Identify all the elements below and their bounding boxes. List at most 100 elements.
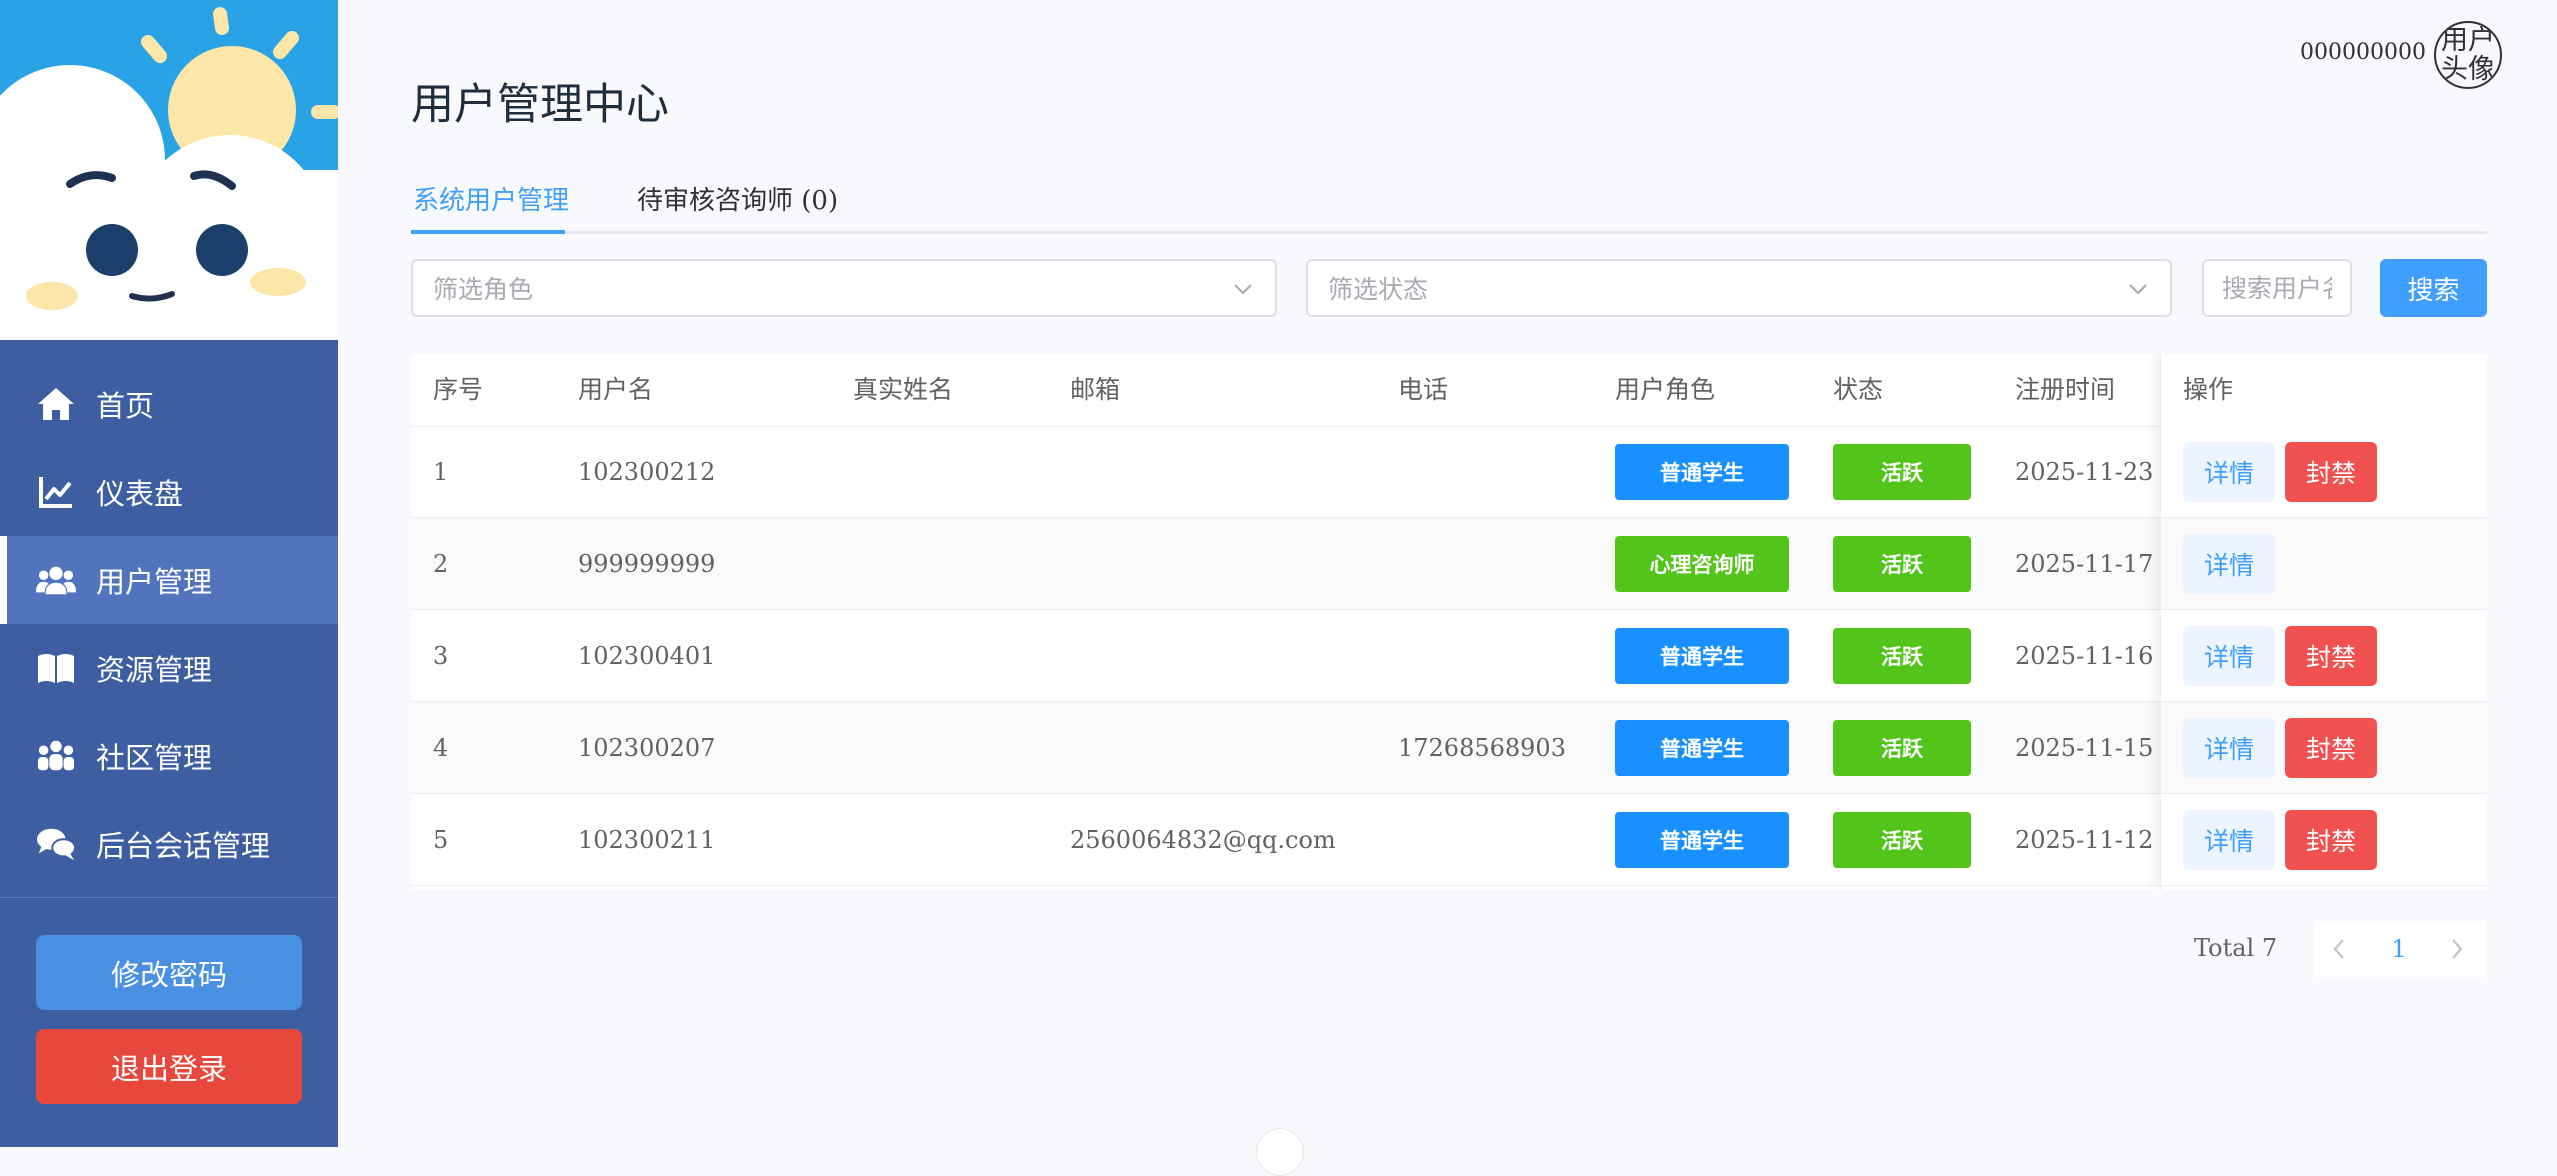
sidebar: 首页 仪表盘 用户管理 资源管理 社区管理 后台会话管理 修改密码 退出登录 bbox=[0, 0, 338, 1147]
cell-index: 4 bbox=[433, 734, 449, 762]
detail-button[interactable]: 详情 bbox=[2183, 534, 2275, 594]
sidebar-item-label: 社区管理 bbox=[96, 741, 213, 775]
sidebar-item-users[interactable]: 用户管理 bbox=[0, 536, 338, 624]
column-header-real-name: 真实姓名 bbox=[853, 375, 954, 404]
cell-username: 102300207 bbox=[578, 734, 716, 762]
active-tab-indicator bbox=[411, 230, 565, 234]
sidebar-item-chat-sessions[interactable]: 后台会话管理 bbox=[0, 800, 338, 888]
chart-line-icon bbox=[36, 472, 76, 512]
actions-cell: 详情 封禁 bbox=[2161, 610, 2487, 702]
status-tag: 活跃 bbox=[1833, 444, 1971, 500]
cell-index: 5 bbox=[433, 826, 449, 854]
role-filter-select[interactable]: 筛选角色 bbox=[411, 259, 1277, 317]
actions-cell: 详情 封禁 bbox=[2161, 702, 2487, 794]
column-header-index: 序号 bbox=[433, 375, 484, 404]
users-icon bbox=[36, 560, 76, 600]
column-header-status: 状态 bbox=[1833, 375, 1884, 404]
status-tag: 活跃 bbox=[1833, 812, 1971, 868]
status-filter-placeholder: 筛选状态 bbox=[1328, 275, 1429, 304]
scroll-handle[interactable] bbox=[1256, 1128, 1304, 1176]
book-icon bbox=[36, 648, 76, 688]
role-tag: 普通学生 bbox=[1615, 720, 1789, 776]
sidebar-item-home[interactable]: 首页 bbox=[0, 360, 338, 448]
cell-index: 1 bbox=[433, 458, 449, 486]
tabs-divider bbox=[411, 231, 2487, 234]
sidebar-item-label: 仪表盘 bbox=[96, 477, 184, 511]
avatar[interactable]: 用户头像 bbox=[2434, 21, 2502, 89]
cell-username: 102300401 bbox=[578, 642, 716, 670]
chevron-left-icon bbox=[2333, 939, 2344, 959]
pagination-total: Total 7 bbox=[2194, 934, 2278, 962]
role-tag: 普通学生 bbox=[1615, 812, 1789, 868]
sidebar-item-dashboard[interactable]: 仪表盘 bbox=[0, 448, 338, 536]
chevron-down-icon bbox=[1234, 284, 1252, 295]
tab-pending-counselors[interactable]: 待审核咨询师 (0) bbox=[637, 180, 838, 217]
status-tag: 活跃 bbox=[1833, 536, 1971, 592]
cell-registered: 2025-11-17 2 bbox=[2015, 550, 2177, 578]
cell-email: 2560064832@qq.com bbox=[1070, 826, 1336, 854]
actions-cell: 详情 封禁 bbox=[2161, 426, 2487, 518]
sidebar-divider bbox=[0, 897, 338, 898]
actions-cell: 详情 封禁 bbox=[2161, 794, 2487, 886]
cell-registered: 2025-11-23 1 bbox=[2015, 458, 2177, 486]
page-title: 用户管理中心 bbox=[411, 80, 669, 130]
cell-registered: 2025-11-16 2 bbox=[2015, 642, 2177, 670]
sidebar-nav: 首页 仪表盘 用户管理 资源管理 社区管理 后台会话管理 bbox=[0, 360, 338, 888]
actions-column: 操作 详情 封禁 详情 详情 封禁 详情 封禁 详情 封禁 bbox=[2160, 354, 2487, 890]
detail-button[interactable]: 详情 bbox=[2183, 442, 2275, 502]
change-password-button[interactable]: 修改密码 bbox=[36, 935, 302, 1010]
column-header-phone: 电话 bbox=[1398, 375, 1449, 404]
prev-page-button[interactable] bbox=[2314, 921, 2364, 977]
community-icon bbox=[36, 736, 76, 776]
detail-button[interactable]: 详情 bbox=[2183, 810, 2275, 870]
sidebar-item-label: 后台会话管理 bbox=[96, 829, 271, 863]
role-filter-placeholder: 筛选角色 bbox=[433, 275, 534, 304]
search-button[interactable]: 搜索 bbox=[2380, 259, 2487, 317]
tab-system-users[interactable]: 系统用户管理 bbox=[413, 180, 569, 217]
app-logo bbox=[0, 0, 338, 340]
column-header-actions: 操作 bbox=[2183, 375, 2234, 404]
role-tag: 普通学生 bbox=[1615, 628, 1789, 684]
sidebar-item-label: 用户管理 bbox=[96, 565, 213, 599]
column-header-registered: 注册时间 bbox=[2015, 375, 2116, 404]
sidebar-item-label: 首页 bbox=[96, 389, 155, 423]
chevron-right-icon bbox=[2452, 939, 2463, 959]
ban-button[interactable]: 封禁 bbox=[2285, 442, 2377, 502]
avatar-text: 用户头像 bbox=[2441, 25, 2495, 85]
cell-registered: 2025-11-12 1 bbox=[2015, 826, 2177, 854]
cell-registered: 2025-11-15 1 bbox=[2015, 734, 2177, 762]
sidebar-item-community[interactable]: 社区管理 bbox=[0, 712, 338, 800]
cell-phone: 17268568903 bbox=[1398, 734, 1566, 762]
logout-button[interactable]: 退出登录 bbox=[36, 1029, 302, 1104]
cloud-mascot-icon bbox=[0, 0, 338, 340]
pagination: 1 bbox=[2314, 921, 2487, 977]
cell-index: 3 bbox=[433, 642, 449, 670]
column-header-username: 用户名 bbox=[578, 375, 654, 404]
detail-button[interactable]: 详情 bbox=[2183, 718, 2275, 778]
cell-username: 999999999 bbox=[578, 550, 716, 578]
ban-button[interactable]: 封禁 bbox=[2285, 810, 2377, 870]
column-header-email: 邮箱 bbox=[1070, 375, 1121, 404]
cell-index: 2 bbox=[433, 550, 449, 578]
status-tag: 活跃 bbox=[1833, 720, 1971, 776]
sidebar-item-label: 资源管理 bbox=[96, 653, 213, 687]
actions-cell: 详情 bbox=[2161, 518, 2487, 610]
status-filter-select[interactable]: 筛选状态 bbox=[1306, 259, 2172, 317]
chat-icon bbox=[36, 824, 76, 864]
sidebar-item-resources[interactable]: 资源管理 bbox=[0, 624, 338, 712]
users-table: 序号 用户名 真实姓名 邮箱 电话 用户角色 状态 注册时间 1 1023002… bbox=[411, 354, 2487, 890]
role-tag: 普通学生 bbox=[1615, 444, 1789, 500]
search-input[interactable] bbox=[2202, 259, 2352, 317]
home-icon bbox=[36, 384, 76, 424]
page-number[interactable]: 1 bbox=[2374, 921, 2424, 977]
ban-button[interactable]: 封禁 bbox=[2285, 718, 2377, 778]
role-tag: 心理咨询师 bbox=[1615, 536, 1789, 592]
ban-button[interactable]: 封禁 bbox=[2285, 626, 2377, 686]
cell-username: 102300212 bbox=[578, 458, 716, 486]
chevron-down-icon bbox=[2129, 284, 2147, 295]
detail-button[interactable]: 详情 bbox=[2183, 626, 2275, 686]
status-tag: 活跃 bbox=[1833, 628, 1971, 684]
cell-username: 102300211 bbox=[578, 826, 716, 854]
next-page-button[interactable] bbox=[2432, 921, 2482, 977]
current-username: 000000000 bbox=[2300, 40, 2426, 65]
